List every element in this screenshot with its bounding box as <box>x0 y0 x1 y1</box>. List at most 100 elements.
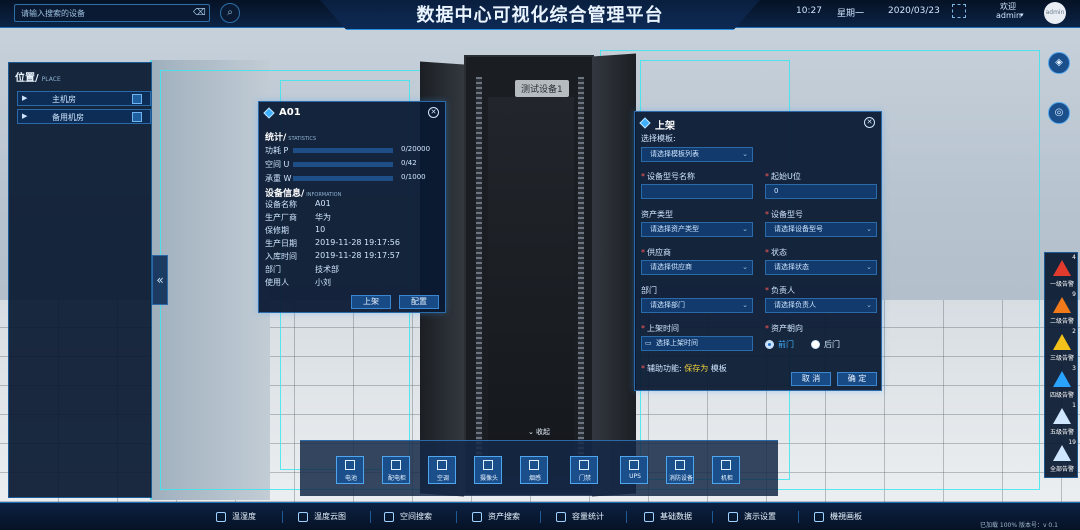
search-input[interactable] <box>21 5 186 21</box>
cube-view-icon[interactable]: ◈ <box>1048 52 1070 74</box>
nav-space-search[interactable]: 空间搜索 <box>378 509 432 525</box>
confirm-button[interactable]: 确 定 <box>837 372 877 386</box>
nav-temperature-cloud[interactable]: 温度云图 <box>292 509 346 525</box>
start-u-label-text: 起始U位 <box>771 172 801 181</box>
fullscreen-icon[interactable] <box>952 4 966 18</box>
required-mark: * <box>765 286 769 295</box>
dock-item-camera[interactable]: 摄像头 <box>474 456 502 484</box>
location-title: 位置/PLACE <box>15 69 61 84</box>
diamond-icon <box>639 117 651 129</box>
asset-type-select-value: 请选择资产类型 <box>650 225 699 233</box>
alarm-level-2[interactable]: 9 二级告警 <box>1045 290 1079 328</box>
orientation-label: * 资产朝向 <box>765 323 803 334</box>
radio-front[interactable] <box>765 340 774 349</box>
stat-bar <box>293 176 393 181</box>
search-icon[interactable]: ⌕ <box>220 3 240 23</box>
radio-front-label[interactable]: 前门 <box>778 339 794 350</box>
dock-item-fire[interactable]: 消防设备 <box>666 456 694 484</box>
user-name[interactable]: admin <box>996 11 1021 20</box>
nav-asset-search[interactable]: 资产搜索 <box>466 509 520 525</box>
dock-item-distribution[interactable]: 配电柜 <box>382 456 410 484</box>
device-model-select[interactable]: 请选择设备型号 ⌄ <box>765 222 877 237</box>
device-tag[interactable]: 测试设备1 <box>515 80 569 97</box>
radio-back[interactable] <box>811 340 820 349</box>
dept-select[interactable]: 请选择部门 ⌄ <box>641 298 753 313</box>
supplier-select[interactable]: 请选择供应商 ⌄ <box>641 260 753 275</box>
device-info-panel: A01 ✕ 统计/STATISTICS 功耗 P 0/20000 空间 U 0/… <box>258 101 446 313</box>
nav-basic-data[interactable]: 基础数据 <box>638 509 692 525</box>
location-item-main-room[interactable]: ▶ 主机房 <box>17 91 151 106</box>
footer-version: 已加载 100% 版本号：v 0.1 <box>980 522 1058 529</box>
warning-icon <box>1053 445 1071 461</box>
panel-title: A01 <box>279 107 301 118</box>
config-button[interactable]: 配置 <box>399 295 439 309</box>
avatar[interactable]: admin <box>1044 2 1066 24</box>
nav-demo-settings[interactable]: 演示设置 <box>722 509 776 525</box>
alarm-label: 二级告警 <box>1049 318 1074 325</box>
info-title: 设备信息/ <box>265 189 305 199</box>
shelf-button[interactable]: 上架 <box>351 295 391 309</box>
close-icon[interactable]: ✕ <box>864 117 875 128</box>
shelf-time-label-text: 上架时间 <box>647 324 679 333</box>
info-value: 小刘 <box>315 278 331 287</box>
chevron-down-icon: ⌄ <box>742 301 748 309</box>
shelf-time-placeholder: 选择上架时间 <box>656 339 698 347</box>
clear-icon[interactable]: ⌫ <box>193 7 206 19</box>
template-select-value: 请选择模板列表 <box>650 150 699 158</box>
alarm-level-3[interactable]: 2 三级告警 <box>1045 327 1079 365</box>
info-value: 2019-11-28 19:17:56 <box>315 238 400 247</box>
alarm-count: 4 <box>1072 254 1076 261</box>
dock-item-label: 门禁 <box>578 475 591 482</box>
fire-equipment-icon <box>675 460 685 470</box>
reset-view-icon[interactable]: ◎ <box>1048 102 1070 124</box>
clock-time: 10:27 <box>796 6 822 16</box>
alarm-label: 全部告警 <box>1049 466 1074 473</box>
info-key: 入库时间 <box>265 252 297 261</box>
nav-temperature-humidity[interactable]: 温湿度 <box>210 509 256 525</box>
shelf-time-input[interactable]: ▭ 选择上架时间 <box>641 336 753 351</box>
status-select[interactable]: 请选择状态 ⌄ <box>765 260 877 275</box>
nav-capacity-stats[interactable]: 容量统计 <box>550 509 604 525</box>
nav-label: 空间搜索 <box>400 512 432 521</box>
model-name-input[interactable] <box>641 184 753 199</box>
dock-item-battery[interactable]: 电池 <box>336 456 364 484</box>
dock-item-label: 摄像头 <box>479 475 498 482</box>
dock-collapse-button[interactable]: ⌄ 收起 <box>517 427 561 439</box>
alarm-count: 9 <box>1072 291 1076 298</box>
cancel-button[interactable]: 取 消 <box>791 372 831 386</box>
owner-select[interactable]: 请选择负责人 ⌄ <box>765 298 877 313</box>
model-name-label: * 设备型号名称 <box>641 171 695 182</box>
start-u-input[interactable]: 0 <box>765 184 877 199</box>
cloud-icon <box>298 512 308 522</box>
warning-icon <box>1053 260 1071 276</box>
smoke-detector-icon <box>529 460 539 470</box>
save-as-link[interactable]: 保存为 <box>684 364 708 373</box>
alarm-all[interactable]: 19 全部告警 <box>1045 438 1079 476</box>
aux-label: 辅助功能: <box>647 364 682 373</box>
stat-key: 空间 U <box>265 160 290 169</box>
collapse-left-button[interactable]: « <box>152 255 168 305</box>
alarm-level-1[interactable]: 4 一级告警 <box>1045 253 1079 291</box>
dock-item-rack[interactable]: 机柜 <box>712 456 740 484</box>
radio-back-label[interactable]: 后门 <box>824 339 840 350</box>
dashboard-icon <box>814 512 824 522</box>
dock-collapse-label: 收起 <box>536 428 551 436</box>
distribution-cabinet-icon <box>391 460 401 470</box>
alarm-level-4[interactable]: 3 四级告警 <box>1045 364 1079 402</box>
nav-monitor-board[interactable]: 機視画板 <box>808 509 862 525</box>
dept-select-value: 请选择部门 <box>650 301 685 309</box>
chevron-down-icon[interactable]: ▾ <box>1020 11 1024 19</box>
dock-item-label: UPS <box>629 473 641 480</box>
cabinet-interior <box>488 97 574 477</box>
dock-item-ups[interactable]: UPS <box>620 456 648 484</box>
alarm-level-5[interactable]: 1 五级告警 <box>1045 401 1079 439</box>
close-icon[interactable]: ✕ <box>428 107 439 118</box>
template-select[interactable]: 请选择模板列表 ⌄ <box>641 147 753 162</box>
location-item-backup-room[interactable]: ▶ 备用机房 <box>17 109 151 124</box>
nav-divider <box>540 511 541 523</box>
dock-item-aircon[interactable]: 空调 <box>428 456 456 484</box>
dock-item-access[interactable]: 门禁 <box>570 456 598 484</box>
asset-type-select[interactable]: 请选择资产类型 ⌄ <box>641 222 753 237</box>
dock-item-smoke[interactable]: 烟感 <box>520 456 548 484</box>
info-row: 设备名称 A01 <box>265 199 445 211</box>
